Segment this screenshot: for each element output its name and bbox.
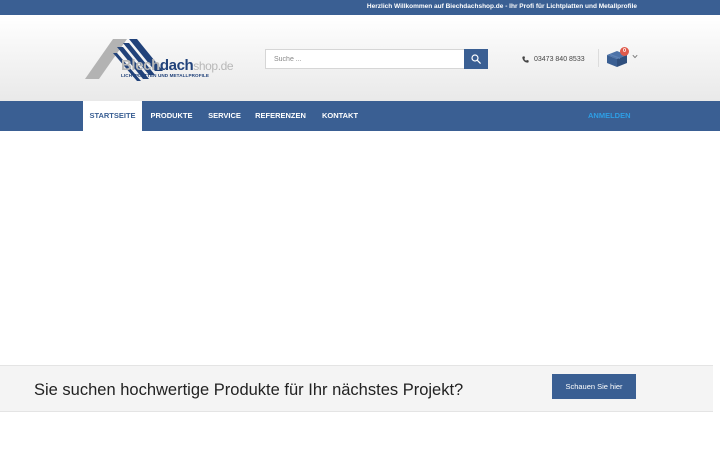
nav-item-produkte[interactable]: PRODUKTE — [142, 101, 201, 131]
cart-button[interactable]: 0 — [606, 46, 640, 68]
nav-item-referenzen[interactable]: REFERENZEN — [248, 101, 313, 131]
login-link[interactable]: ANMELDEN — [588, 101, 631, 131]
main-navigation: STARTSEITE PRODUKTE SERVICE REFERENZEN K… — [0, 101, 720, 131]
nav-item-kontakt[interactable]: KONTAKT — [313, 101, 367, 131]
logo-tagline: LICHTPLATTEN UND METALLPROFILE — [121, 73, 210, 78]
search-input[interactable] — [265, 49, 465, 69]
logo-wordmark: Blechdachshop.de — [121, 57, 234, 74]
top-bar: Herzlich Willkommen auf Biechdachshop.de… — [0, 0, 720, 15]
schauen-sie-hier-button[interactable]: Schauen Sie hier — [552, 374, 636, 399]
search-icon — [471, 54, 481, 64]
header-divider — [598, 49, 599, 67]
phone-number: 03473 840 8533 — [534, 55, 585, 63]
phone-contact[interactable]: 03473 840 8533 — [522, 54, 585, 64]
site-logo[interactable]: Blechdachshop.de LICHTPLATTEN UND METALL… — [83, 37, 235, 83]
search-button[interactable] — [464, 49, 488, 69]
cart-count-badge: 0 — [620, 47, 629, 56]
banner-headline: Sie suchen hochwertige Produkte für Ihr … — [34, 381, 464, 399]
phone-icon — [522, 55, 529, 63]
nav-item-service[interactable]: SERVICE — [201, 101, 248, 131]
nav-item-startseite[interactable]: STARTSEITE — [83, 101, 142, 131]
chevron-down-icon — [632, 54, 638, 59]
search-bar — [265, 49, 488, 69]
cta-banner: Sie suchen hochwertige Produkte für Ihr … — [0, 365, 713, 412]
welcome-text: Herzlich Willkommen auf Biechdachshop.de… — [366, 3, 637, 10]
